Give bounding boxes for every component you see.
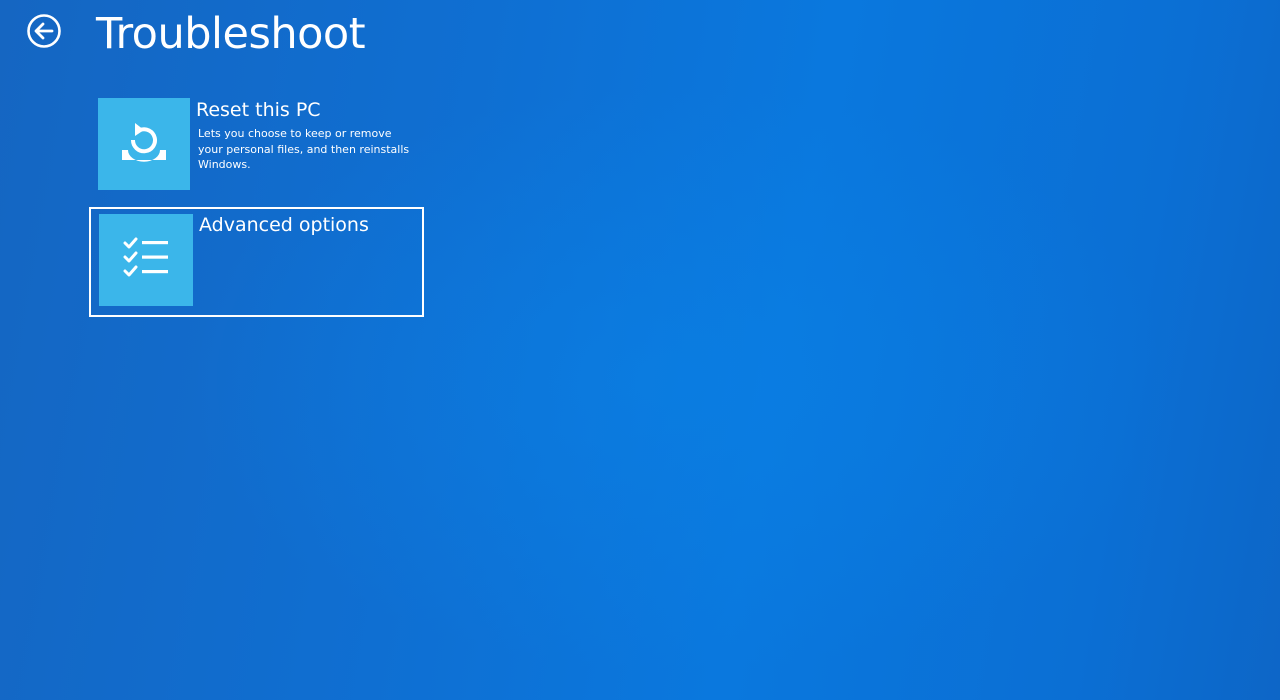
back-arrow-circle-icon — [26, 13, 62, 49]
advanced-options-tile — [99, 214, 193, 306]
advanced-options-label: Advanced options — [199, 214, 369, 236]
checklist-icon — [122, 236, 170, 285]
reset-pc-icon — [116, 116, 172, 173]
reset-this-pc-option[interactable]: Reset this PC Lets you choose to keep or… — [96, 96, 426, 192]
reset-pc-tile — [98, 98, 190, 190]
page-title: Troubleshoot — [96, 9, 366, 59]
back-button[interactable] — [26, 13, 62, 49]
reset-this-pc-description: Lets you choose to keep or remove your p… — [198, 127, 410, 171]
advanced-options-option[interactable]: Advanced options — [89, 207, 424, 317]
reset-this-pc-label: Reset this PC — [196, 99, 321, 121]
